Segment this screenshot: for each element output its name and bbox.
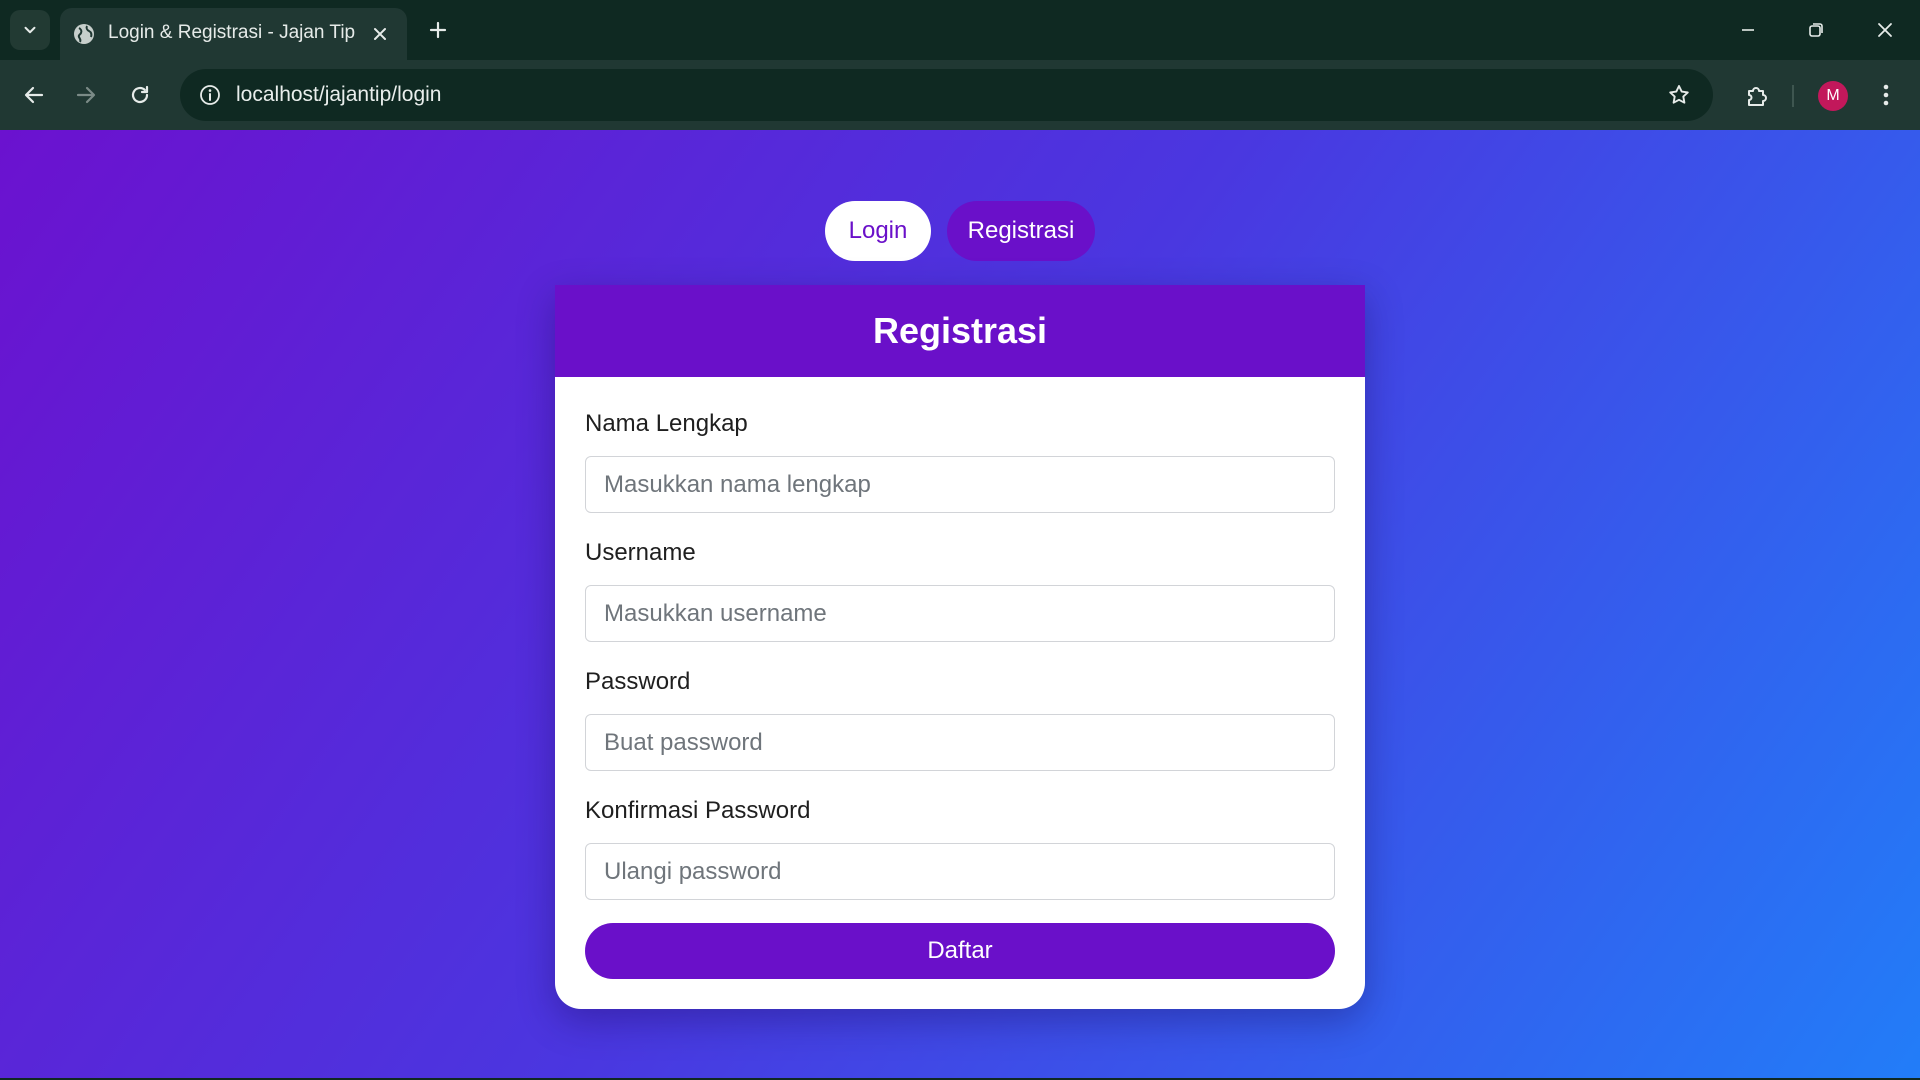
password-input[interactable] — [585, 714, 1335, 771]
globe-icon — [72, 22, 96, 46]
address-bar[interactable]: localhost/jajantip/login — [180, 69, 1713, 121]
full-name-input[interactable] — [585, 456, 1335, 513]
minimize-button[interactable] — [1725, 8, 1771, 52]
url-text[interactable]: localhost/jajantip/login — [236, 83, 441, 107]
close-window-button[interactable] — [1862, 8, 1908, 52]
password-label: Password — [585, 668, 691, 695]
chevron-down-icon — [21, 21, 39, 39]
plus-icon — [428, 20, 448, 40]
login-tab-button[interactable]: Login — [825, 201, 931, 261]
page-background: Login Registrasi Registrasi Nama Lengkap… — [0, 130, 1920, 1078]
back-button[interactable] — [12, 73, 56, 117]
username-label: Username — [585, 539, 696, 566]
tab-title: Login & Registrasi - Jajan Tip — [108, 22, 356, 43]
browser-toolbar: localhost/jajantip/login M — [0, 60, 1920, 130]
kebab-menu-icon — [1882, 83, 1890, 107]
full-name-label: Nama Lengkap — [585, 410, 748, 437]
puzzle-icon — [1744, 82, 1770, 108]
tab-search-button[interactable] — [10, 10, 50, 50]
new-tab-button[interactable] — [420, 12, 456, 48]
close-icon[interactable] — [366, 20, 394, 48]
browser-menu-button[interactable] — [1868, 74, 1904, 116]
auth-mode-toggle: Login Registrasi — [825, 201, 1095, 261]
close-icon — [1876, 21, 1894, 39]
restore-button[interactable] — [1793, 8, 1839, 52]
restore-icon — [1807, 21, 1825, 39]
confirm-password-label: Konfirmasi Password — [585, 797, 811, 824]
card-header: Registrasi — [555, 285, 1365, 377]
browser-tab-active[interactable]: Login & Registrasi - Jajan Tip — [60, 8, 407, 60]
reload-button[interactable] — [118, 73, 162, 117]
reload-icon — [128, 83, 152, 107]
toolbar-divider — [1792, 85, 1794, 107]
profile-avatar[interactable]: M — [1818, 81, 1848, 111]
browser-tab-strip: Login & Registrasi - Jajan Tip — [0, 0, 1920, 60]
register-submit-button[interactable]: Daftar — [585, 923, 1335, 979]
forward-button[interactable] — [64, 73, 108, 117]
form-title: Registrasi — [872, 310, 1048, 351]
minimize-icon — [1740, 22, 1756, 38]
registration-card: Registrasi Nama Lengkap Username Passwor… — [555, 285, 1365, 1009]
arrow-left-icon — [22, 83, 46, 107]
extensions-button[interactable] — [1736, 74, 1778, 116]
username-input[interactable] — [585, 585, 1335, 642]
info-icon[interactable] — [194, 79, 226, 111]
arrow-right-icon — [74, 83, 98, 107]
star-icon[interactable] — [1663, 79, 1695, 111]
confirm-password-input[interactable] — [585, 843, 1335, 900]
register-tab-button[interactable]: Registrasi — [947, 201, 1095, 261]
